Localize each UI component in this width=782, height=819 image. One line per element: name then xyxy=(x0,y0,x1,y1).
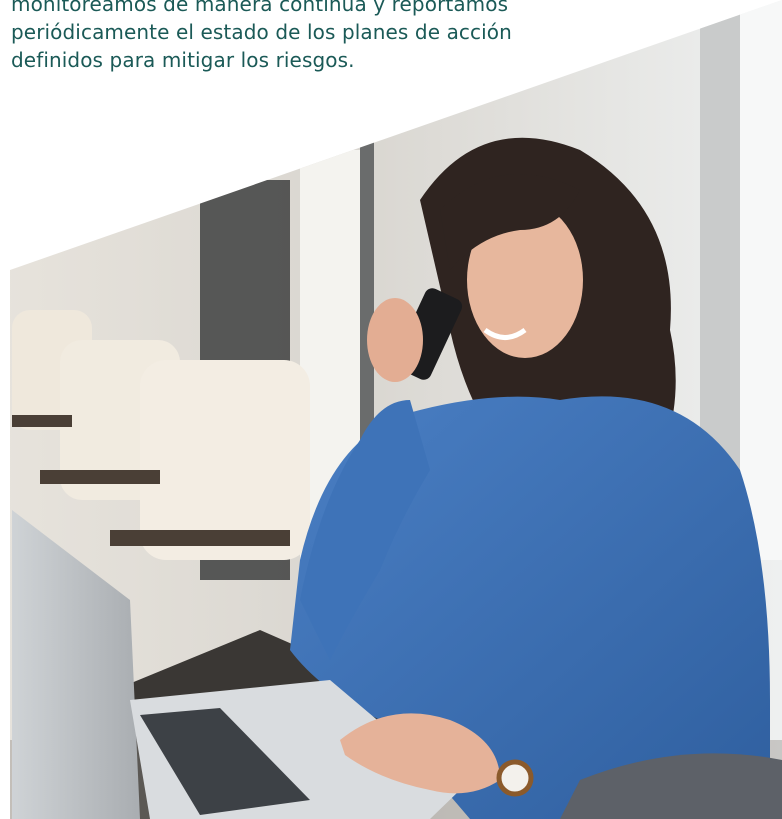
woman-on-phone-photo xyxy=(10,0,782,819)
